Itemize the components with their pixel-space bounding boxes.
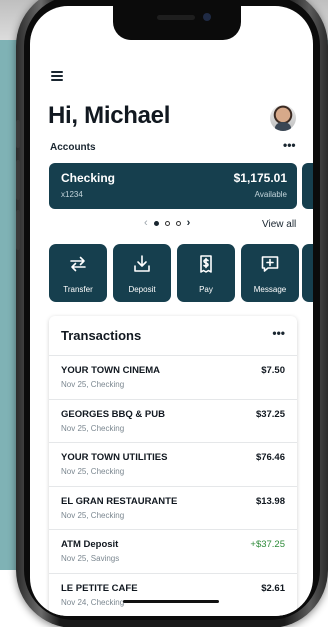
transaction-name: YOUR TOWN CINEMA	[61, 365, 161, 376]
account-pager: ‹ ›	[144, 217, 190, 229]
transaction-name: LE PETITE CAFE	[61, 582, 138, 594]
action-button-next[interactable]	[302, 244, 313, 302]
transaction-amount: +$37.25	[250, 539, 285, 550]
chevron-right-icon[interactable]: ›	[187, 217, 191, 229]
transaction-amount: $2.61	[261, 582, 285, 594]
transaction-detail: Nov 25, Checking	[61, 510, 125, 520]
transaction-row[interactable]: LE PETITE CAFE Nov 24, Checking $2.61	[49, 574, 297, 617]
transaction-row[interactable]: YOUR TOWN UTILITIES Nov 25, Checking $76…	[49, 443, 297, 487]
deposit-label: Deposit	[128, 285, 156, 294]
account-balance: $1,175.01	[233, 171, 287, 185]
page-title: Hi, Michael	[48, 102, 171, 129]
transaction-detail: Nov 25, Checking	[61, 467, 125, 476]
transaction-detail: Nov 25, Checking	[61, 423, 125, 433]
pay-button[interactable]: Pay	[177, 244, 235, 302]
accounts-label: Accounts	[50, 142, 96, 153]
transaction-row[interactable]: YOUR TOWN CINEMA Nov 25, Checking $7.50	[49, 356, 297, 400]
view-all-link[interactable]: View all	[262, 219, 296, 230]
account-card-checking[interactable]: Checking x1234 $1,175.01 Available	[49, 163, 297, 209]
deposit-button[interactable]: Deposit	[113, 244, 171, 302]
pay-icon	[200, 255, 212, 273]
transaction-name: YOUR TOWN UTILITIES	[61, 452, 168, 463]
pay-label: Pay	[199, 285, 213, 294]
deposit-icon	[134, 255, 150, 272]
pager-dot[interactable]	[153, 220, 159, 226]
account-balance-label: Available	[254, 190, 287, 199]
speaker-grille	[157, 15, 195, 20]
transaction-amount: $13.98	[255, 495, 285, 507]
phone-side-button	[16, 160, 20, 200]
transaction-detail: Nov 25, Savings	[61, 554, 120, 563]
transactions-header: Transactions •••	[49, 316, 297, 356]
transaction-name: GEORGES BBQ & PUB	[61, 408, 165, 420]
app-screen: Hi, Michael Accounts ••• Checking x1234 …	[30, 6, 313, 616]
transfer-button[interactable]: Transfer	[49, 244, 107, 302]
pager-dot[interactable]	[164, 220, 170, 226]
accounts-more-icon[interactable]: •••	[283, 138, 296, 152]
transaction-row[interactable]: GEORGES BBQ & PUB Nov 25, Checking $37.2…	[49, 400, 297, 443]
transactions-title: Transactions	[61, 328, 142, 343]
transfer-label: Transfer	[63, 285, 93, 294]
phone-side-button	[16, 210, 20, 250]
transfer-icon	[70, 256, 86, 272]
transactions-more-icon[interactable]: •••	[272, 326, 285, 340]
transaction-amount: $37.25	[255, 408, 285, 420]
message-button[interactable]: Message	[241, 244, 299, 302]
transaction-row[interactable]: ATM Deposit Nov 25, Savings +$37.25	[49, 530, 297, 574]
account-card-next[interactable]	[302, 163, 313, 209]
pager-dot[interactable]	[175, 220, 181, 226]
front-camera	[203, 13, 211, 21]
transaction-amount: $7.50	[261, 365, 285, 376]
transaction-detail: Nov 25, Checking	[61, 380, 125, 389]
menu-icon[interactable]	[51, 71, 63, 81]
account-name: Checking	[61, 171, 116, 185]
phone-notch	[113, 6, 241, 40]
transaction-name: ATM Deposit	[61, 539, 119, 550]
home-indicator[interactable]	[123, 600, 219, 603]
account-number: x1234	[61, 190, 83, 199]
transactions-panel: Transactions ••• YOUR TOWN CINEMA Nov 25…	[49, 316, 297, 616]
transaction-detail: Nov 24, Checking	[61, 597, 125, 607]
chevron-left-icon[interactable]: ‹	[144, 217, 148, 229]
transaction-name: EL GRAN RESTAURANTE	[61, 495, 178, 507]
avatar[interactable]	[270, 105, 296, 131]
transaction-row[interactable]: EL GRAN RESTAURANTE Nov 25, Checking $13…	[49, 487, 297, 530]
message-label: Message	[253, 285, 287, 294]
transaction-amount: $76.46	[255, 452, 285, 463]
message-icon	[261, 256, 279, 272]
phone-side-button	[16, 120, 20, 148]
